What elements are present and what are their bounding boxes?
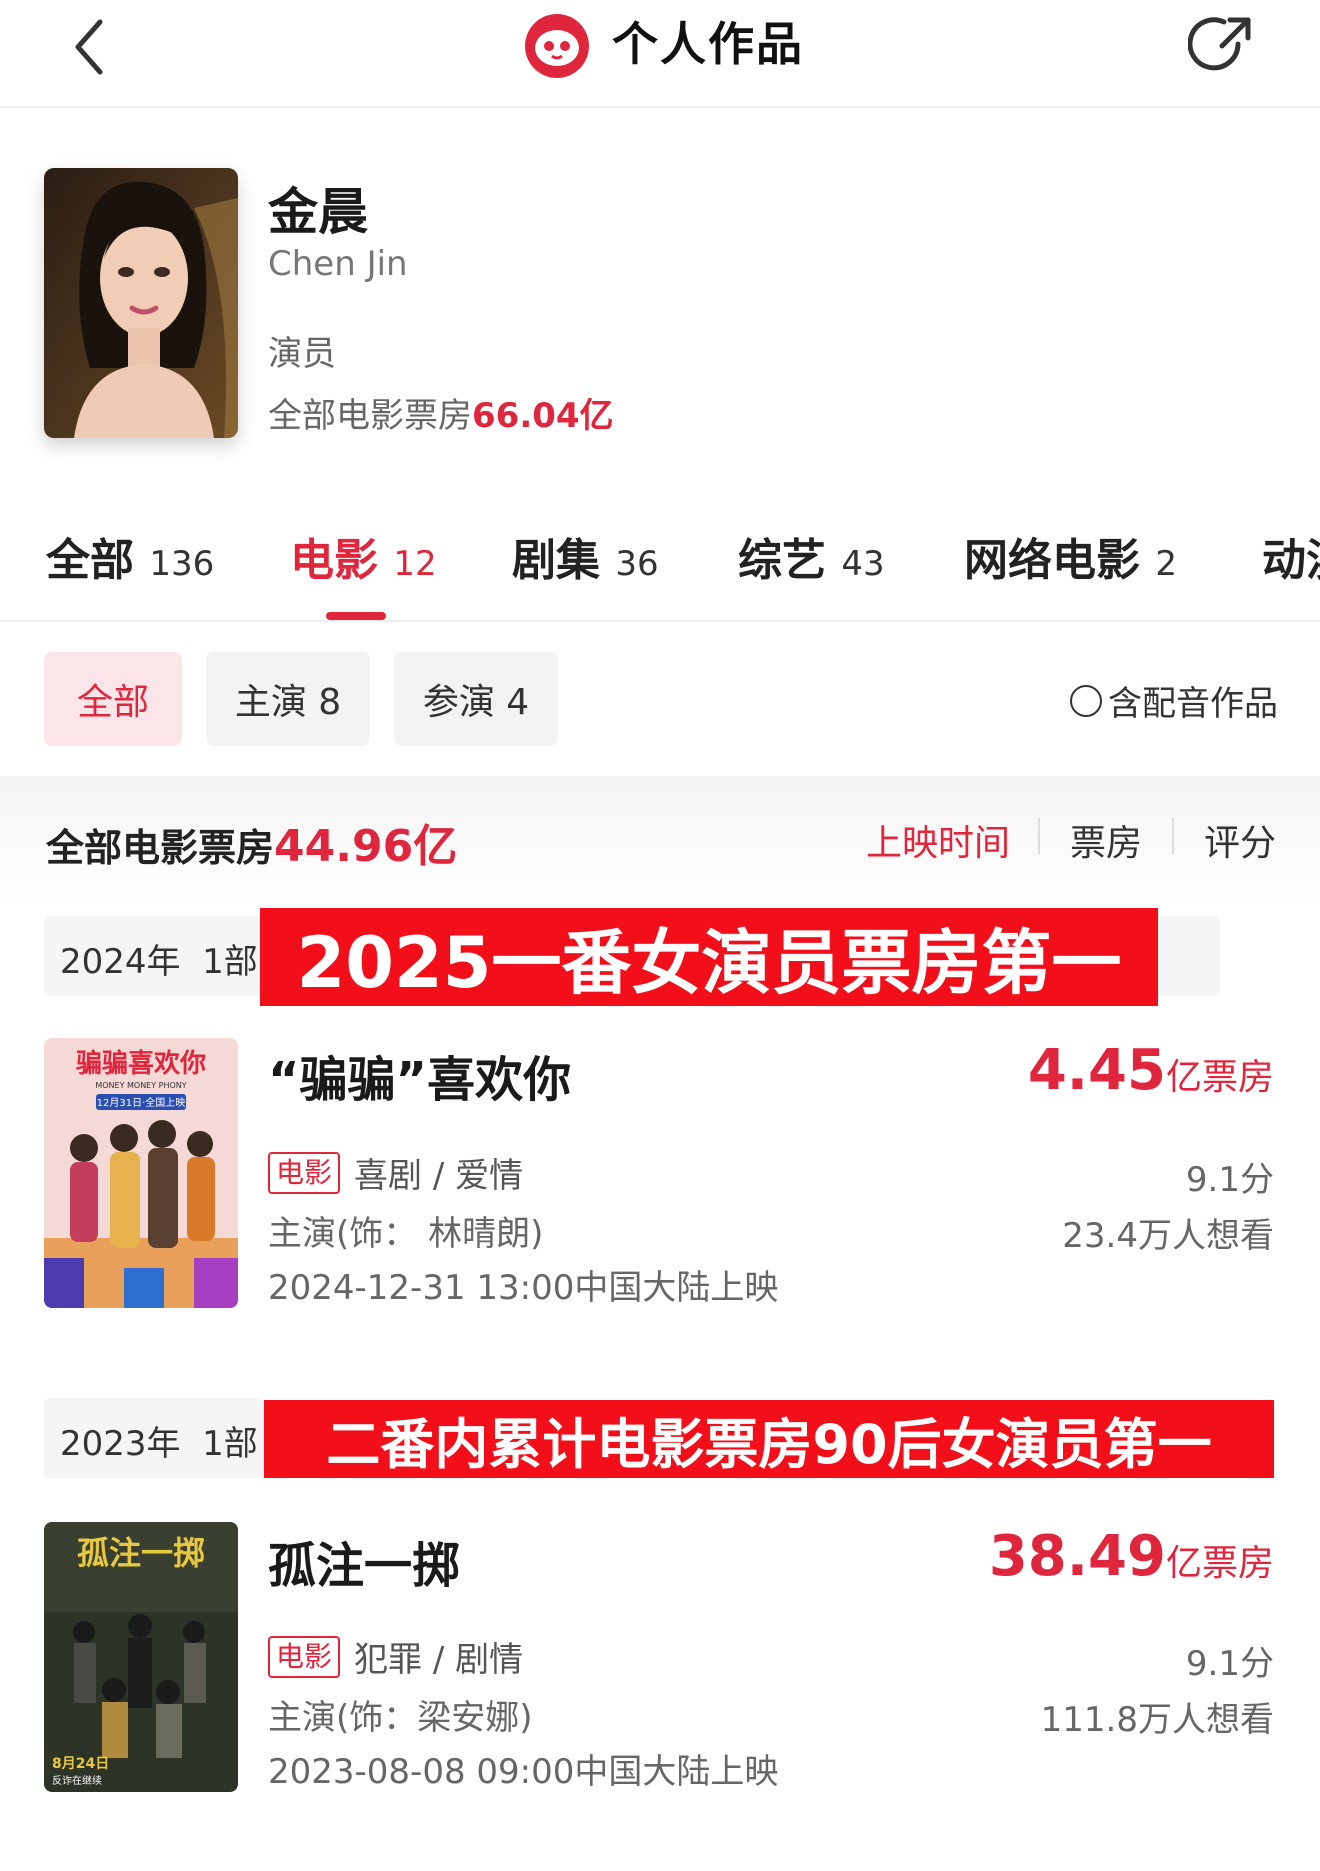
summary-value: 44.96亿 [274,821,458,872]
total-box-office-label: 全部电影票房 [268,396,472,436]
poster-date-text: 12月31日·全国上映 [97,1096,186,1109]
box-office-unit: 亿票房 [1165,1057,1274,1098]
category-tabs: 全部 136 电影 12 剧集 36 综艺 43 网络电影 2 动漫 [0,500,1320,622]
year-count: 1部 [202,1424,258,1464]
tab-web-movie[interactable]: 网络电影 2 [964,524,1177,588]
active-tab-indicator [326,612,386,620]
dub-works-toggle[interactable]: 含配音作品 [1070,676,1278,725]
box-office-summary: 全部电影票房44.96亿 上映时间 票房 评分 [0,776,1320,906]
movie-box-office: 38.49亿票房 [989,1524,1274,1589]
actor-english-name: Chen Jin [268,244,408,284]
box-office-number: 4.45 [1027,1038,1166,1103]
top-bar: 个人作品 [0,0,1320,108]
sort-box-office[interactable]: 票房 [1070,814,1142,866]
tab-label: 全部 [46,535,134,586]
tab-label: 电影 [290,535,378,586]
movie-genre-row: 电影 犯罪 / 剧情 [268,1632,523,1681]
filter-lead[interactable]: 主演 8 [206,652,370,746]
year-header: 2023年 1部 [44,1398,264,1478]
movie-release: 2024-12-31 13:00中国大陆上映 [268,1268,779,1308]
avatar[interactable] [44,168,238,438]
highlight-banner: 2025一番女演员票房第一 [260,908,1158,1006]
radio-icon[interactable] [1070,684,1102,717]
summary-text: 全部电影票房44.96亿 [46,810,457,874]
tab-all[interactable]: 全部 136 [46,524,214,588]
tab-movie[interactable]: 电影 12 [290,524,437,588]
movie-release: 2023-08-08 09:00中国大陆上映 [268,1752,779,1792]
highlight-banner: 二番内累计电影票房90后女演员第一 [264,1400,1274,1478]
movie-genre: 喜剧 / 爱情 [354,1156,524,1196]
sort-rating[interactable]: 评分 [1204,814,1276,866]
year-label: 2023年 1部 [60,1416,258,1465]
cat-logo-icon [525,14,589,78]
box-office-unit: 亿票房 [1165,1543,1274,1584]
tab-label: 剧集 [512,535,600,586]
divider [1172,818,1174,854]
share-icon[interactable] [1188,10,1258,80]
poster-subtitle-text: MONEY MONEY PHONY [95,1081,186,1090]
poster-title-text: 骗骗喜欢你 [76,1048,206,1079]
tab-label: 网络电影 [964,535,1140,586]
movie-score: 9.1分 [1185,1160,1274,1200]
poster-date-text: 8月24日 [52,1756,109,1772]
total-box-office: 全部电影票房66.04亿 [268,388,614,437]
year-count: 1部 [202,942,258,982]
movie-poster[interactable]: 骗骗喜欢你 MONEY MONEY PHONY 12月31日·全国上映 [44,1038,238,1308]
movie-genre-row: 电影 喜剧 / 爱情 [268,1148,523,1197]
movie-role: 主演(饰：梁安娜) [268,1698,533,1738]
tab-variety[interactable]: 综艺 43 [738,524,885,588]
movie-want-count: 111.8万人想看 [1040,1700,1274,1740]
tab-count: 2 [1155,544,1177,584]
movie-title[interactable]: 孤注一掷 [268,1526,460,1596]
chevron-left-icon[interactable] [62,10,122,80]
movie-genre: 犯罪 / 剧情 [354,1640,524,1680]
total-box-office-value: 66.04亿 [472,396,614,436]
year-text: 2024年 [60,942,181,982]
filter-all[interactable]: 全部 [44,652,182,746]
movie-want-count: 23.4万人想看 [1062,1216,1274,1256]
tab-label: 动漫 [1262,535,1320,586]
dub-works-label: 含配音作品 [1108,684,1278,724]
movie-score: 9.1分 [1185,1644,1274,1684]
movie-role: 主演(饰： 林晴朗) [268,1214,544,1254]
tab-series[interactable]: 剧集 36 [512,524,659,588]
sort-release-time[interactable]: 上映时间 [866,814,1010,866]
box-office-number: 38.49 [988,1524,1166,1589]
movie-type-tag: 电影 [268,1151,341,1194]
tab-count: 36 [615,544,659,584]
movie-type-tag: 电影 [268,1635,341,1678]
movie-poster[interactable]: 孤注一掷 8月24日 反诈在继续 [44,1522,238,1792]
tab-count: 43 [841,544,885,584]
actor-name: 金晨 [268,183,368,241]
tab-label: 综艺 [738,535,826,586]
year-label: 2024年 1部 [60,934,258,983]
actor-role: 演员 [268,334,336,374]
tab-count: 12 [393,544,437,584]
summary-label: 全部电影票房 [46,826,275,870]
tab-anime[interactable]: 动漫 [1262,524,1320,588]
year-text: 2023年 [60,1424,181,1464]
poster-title-text: 孤注一掷 [77,1534,205,1572]
poster-subtitle-text: 反诈在继续 [52,1774,102,1787]
filter-supporting[interactable]: 参演 4 [394,652,558,746]
movie-box-office: 4.45亿票房 [1028,1038,1274,1103]
page-title: 个人作品 [612,17,804,71]
tab-count: 136 [149,544,215,584]
movie-title[interactable]: “骗骗”喜欢你 [268,1040,571,1110]
divider [1038,818,1040,854]
